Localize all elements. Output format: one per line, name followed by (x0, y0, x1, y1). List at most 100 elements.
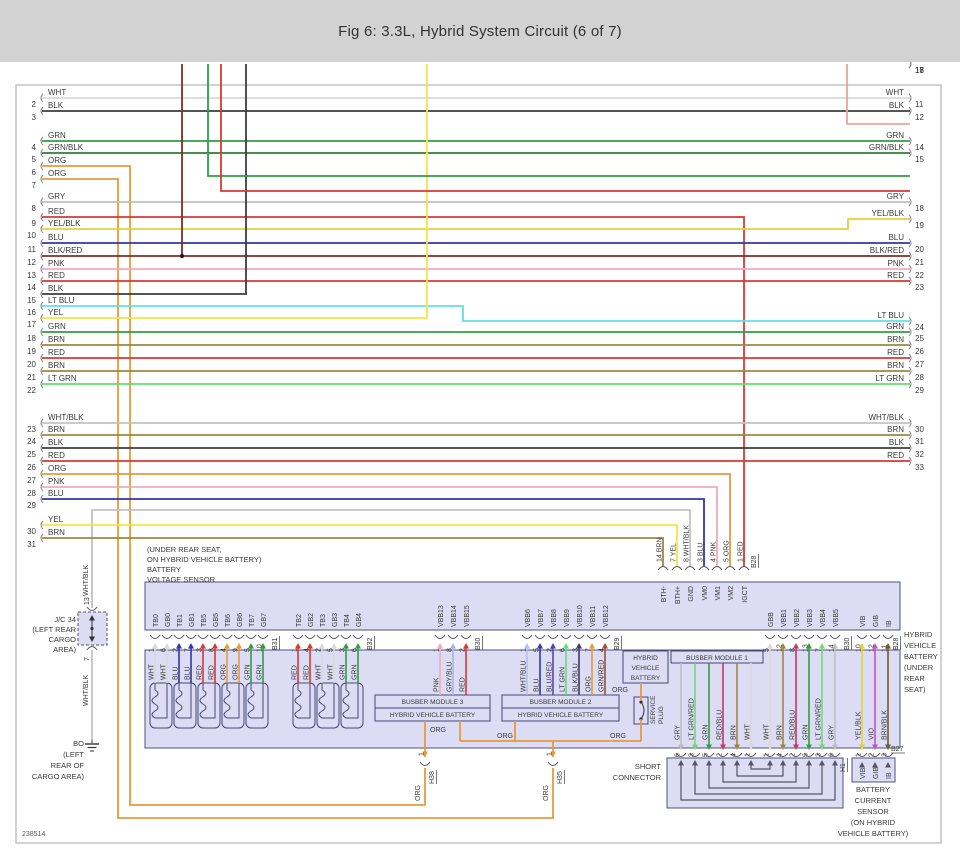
wire-color-label: LT GRN (875, 374, 904, 383)
wiring-diagram: 238514 (UNDER REAR SEAT,ON HYBRID VEHICLE… (0, 62, 960, 854)
wire-color-label: PNK (48, 477, 65, 486)
connector-bracket (87, 647, 97, 651)
arrowhead (550, 643, 556, 649)
arrowhead (248, 643, 254, 649)
sensor-pin-name: GB6 (237, 613, 244, 627)
diagram-id: 238514 (22, 831, 45, 838)
voltage-sensor-caption: (UNDER REAR SEAT, (147, 545, 221, 554)
right-pin-number: 31 (915, 437, 924, 446)
wire-color-label: GRY (887, 192, 905, 201)
right-pin-number: 19 (915, 221, 924, 230)
arrowhead (767, 643, 773, 649)
connector-bracket (522, 635, 532, 639)
sensor-pin-name: TB1 (177, 614, 184, 627)
sensor-pin-name: VBB13 (438, 605, 445, 627)
arrowhead (793, 643, 799, 649)
right-pin-number: 29 (915, 386, 924, 395)
wire-color-label: GRY/BLU (447, 661, 454, 692)
connector-id: B29 (614, 637, 621, 650)
jc34-pin-number: 7 (84, 657, 91, 661)
wire-color-label: GRN (886, 322, 904, 331)
current-sensor-caption: (ON HYBRID (851, 818, 896, 827)
connector-bracket (548, 762, 558, 766)
connector-bracket (699, 567, 709, 571)
left-pin-number: 28 (27, 489, 36, 498)
current-sensor-pin: VIB (860, 767, 867, 779)
voltage-sensor-caption: ON HYBRID VEHICLE BATTERY) (147, 555, 262, 564)
connector-bracket (685, 567, 695, 571)
right-pin-number: 18 (915, 204, 924, 213)
right-pin-number: 26 (915, 347, 924, 356)
hybrid-vehicle-battery-label-label: HYBRID (633, 655, 658, 662)
wire-color-label: RED (887, 451, 904, 460)
wire-color-label: RED (48, 451, 65, 460)
right-pin-number: 20 (915, 245, 924, 254)
sensor-pin-name: TB4 (344, 614, 351, 627)
left-pin-number: 16 (27, 308, 36, 317)
pin-number-and-wire: 4 PNK (711, 541, 718, 562)
sensor-pin-name: VBB10 (577, 605, 584, 627)
connector-bracket (329, 635, 339, 639)
wire-color-label: LT GRN/RED (689, 698, 696, 740)
connector-bracket (548, 635, 558, 639)
wire-color-label: GRN (257, 664, 264, 680)
connector-bracket (198, 635, 208, 639)
sensor-pin-name: VBB11 (590, 606, 597, 627)
wire-color-label: BLK (48, 284, 64, 293)
page: Fig 6: 3.3L, Hybrid System Circuit (6 of… (0, 0, 960, 854)
wire-color-label: LT GRN (560, 667, 567, 692)
arrowhead (319, 643, 325, 649)
connector-bracket (258, 635, 268, 639)
wire-color-label: WHT (48, 88, 66, 97)
wire-color-label: RED (197, 665, 204, 680)
wire-color-label: RED (48, 348, 65, 357)
wire-color-label: LT BLU (48, 296, 75, 305)
arrowhead (343, 643, 349, 649)
wire-color-label: GRY (675, 725, 682, 740)
connector-bracket (420, 762, 430, 766)
wire-color-label: BLU (185, 666, 192, 680)
connector-id: H38 (429, 771, 436, 784)
wire-color-label: GRN (803, 724, 810, 740)
left-pin-number: 2 (32, 100, 37, 109)
jc34-label: J/C 34 (54, 615, 76, 624)
diagram-canvas: 238514 (UNDER REAR SEAT,ON HYBRID VEHICLE… (0, 62, 960, 854)
wire-YEL (42, 525, 677, 566)
wire-color-label: YEL (48, 515, 64, 524)
hybrid-battery-side-label: VEHICLE (904, 641, 936, 650)
pin-number-and-wire: 7 YEL (671, 543, 678, 562)
connector-bracket (448, 635, 458, 639)
wire-color-label: ORG (543, 785, 550, 801)
sensor-pin-name: IB (886, 620, 893, 627)
arrowhead (295, 643, 301, 649)
left-pin-number: 11 (28, 245, 37, 254)
left-pin-number: 13 (27, 271, 36, 280)
wire-color-label: BLK/RED (48, 246, 82, 255)
right-pin-number: 17 (915, 66, 924, 75)
current-sensor-caption: VEHICLE BATTERY) (838, 829, 909, 838)
wire-color-label: GRY (48, 192, 66, 201)
wire-color-label: ORG (233, 664, 240, 680)
busber-module-2-label: HYBRID VEHICLE BATTERY (518, 712, 604, 719)
pin-number: 1 (547, 752, 554, 756)
sensor-pin-name: BTH- (661, 585, 668, 602)
left-pin-number: 14 (27, 283, 36, 292)
connector-bracket (883, 635, 893, 639)
wire-color-label: WHT/BLK (83, 565, 90, 596)
right-pin-number: 27 (915, 360, 924, 369)
wire-color-label: ORG (415, 785, 422, 801)
arrowhead (188, 643, 194, 649)
sensor-pin-name: IGCT (742, 585, 749, 602)
connector-bracket (293, 635, 303, 639)
connector-bracket (778, 635, 788, 639)
wire-junction (180, 254, 184, 258)
connector-bracket (870, 635, 880, 639)
connector-bracket (210, 635, 220, 639)
figure-title: Fig 6: 3.3L, Hybrid System Circuit (6 of… (338, 23, 622, 40)
connector-bracket (461, 635, 471, 639)
jc34-pin-number: 13 (84, 597, 91, 605)
arrowhead (176, 643, 182, 649)
sensor-pin-name: VBB8 (551, 609, 558, 627)
wire-color-label: ORG (48, 464, 66, 473)
wire-color-label: GRN/RED (599, 660, 606, 692)
